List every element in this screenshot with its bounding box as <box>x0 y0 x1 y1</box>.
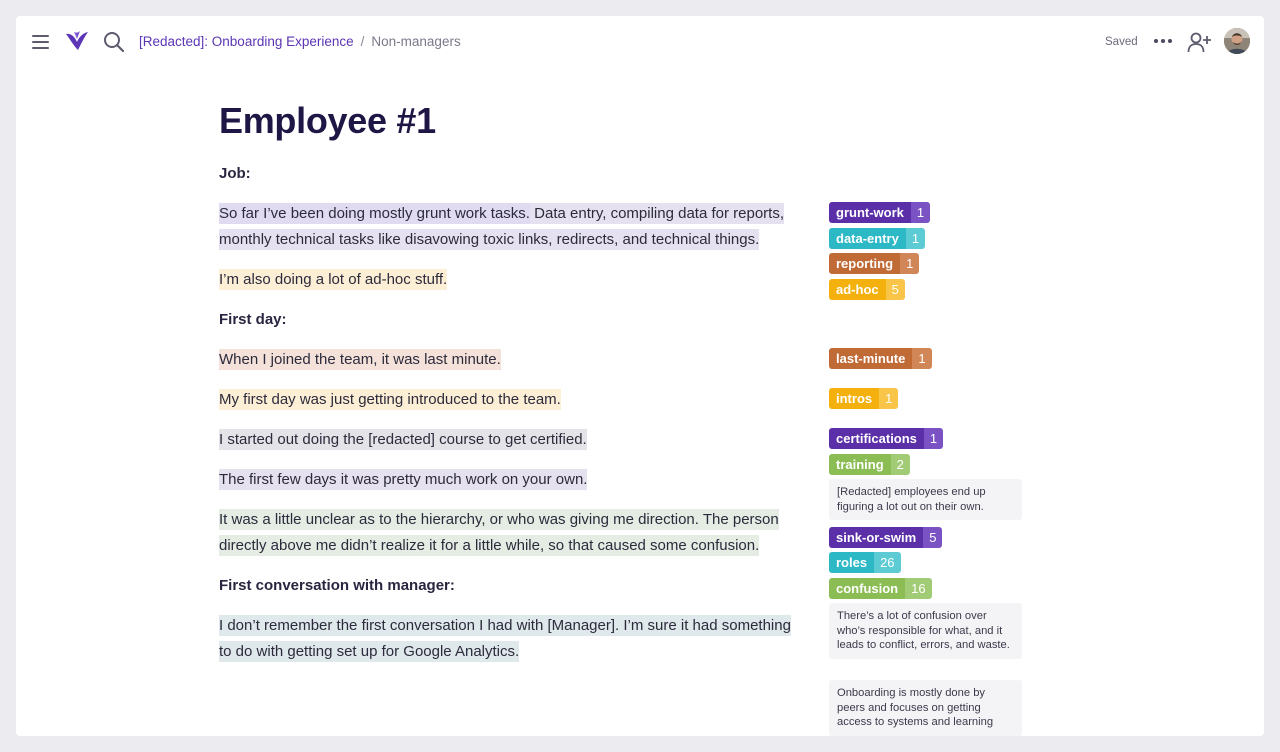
tag-label: training <box>829 454 891 475</box>
highlighted-text[interactable]: It was a little unclear as to the hierar… <box>219 509 779 556</box>
tag-ad-hoc[interactable]: ad-hoc 5 <box>829 279 905 300</box>
tag-count: 1 <box>900 253 920 274</box>
tag-sink-or-swim[interactable]: sink-or-swim 5 <box>829 527 943 548</box>
section-heading-first-conversation: First conversation with manager: <box>219 577 455 594</box>
transcript-paragraph[interactable]: It was a little unclear as to the hierar… <box>219 507 799 558</box>
tag-count: 1 <box>912 348 932 369</box>
section-heading-first-day: First day: <box>219 311 287 328</box>
avatar[interactable] <box>1224 28 1250 54</box>
tag-certifications[interactable]: certifications 1 <box>829 428 944 449</box>
breadcrumb-separator: / <box>360 34 365 49</box>
transcript-paragraph[interactable]: The first few days it was pretty much wo… <box>219 467 799 493</box>
tag-count: 1 <box>910 202 931 223</box>
tag-label: last-minute <box>829 348 913 369</box>
insight-note[interactable]: Onboarding is mostly done by peers and f… <box>829 680 1022 736</box>
breadcrumb: [Redacted]: Onboarding Experience / Non-ma… <box>139 33 461 51</box>
transcript-paragraph[interactable]: My first day was just getting introduced… <box>219 387 799 413</box>
tag-grunt-work[interactable]: grunt-work 1 <box>829 202 931 223</box>
tag-label: ad-hoc <box>829 279 886 300</box>
more-icon[interactable] <box>1153 34 1173 48</box>
transcript-paragraph[interactable]: I’m also doing a lot of ad-hoc stuff. <box>219 267 799 293</box>
search-icon[interactable] <box>103 31 125 53</box>
page-title: Employee #1 <box>219 100 436 141</box>
transcript-paragraph[interactable]: When I joined the team, it was last minu… <box>219 347 799 373</box>
highlighted-text[interactable]: I’m also doing a lot of ad-hoc stuff. <box>219 269 448 290</box>
tag-count: 2 <box>890 454 910 475</box>
tag-count: 16 <box>905 578 932 599</box>
logo-icon[interactable] <box>65 30 89 52</box>
insight-note[interactable]: [Redacted] employees end up figuring a l… <box>829 479 1022 521</box>
document-card: [Redacted]: Onboarding Experience / Non-ma… <box>16 16 1264 736</box>
tag-count: 26 <box>874 552 901 573</box>
breadcrumb-current[interactable]: Non-managers <box>371 34 460 49</box>
save-status: Saved <box>1105 36 1138 48</box>
tag-count: 1 <box>879 388 899 409</box>
tag-label: data-entry <box>829 228 906 249</box>
tag-count: 5 <box>885 279 905 300</box>
tag-label: intros <box>829 388 880 409</box>
tag-count: 5 <box>923 527 943 548</box>
tag-last-minute[interactable]: last-minute 1 <box>829 348 932 369</box>
section-heading-job: Job: <box>219 165 251 182</box>
tag-roles[interactable]: roles 26 <box>829 552 901 573</box>
tag-label: confusion <box>829 578 906 599</box>
tag-intros[interactable]: intros 1 <box>829 388 899 409</box>
tag-label: sink-or-swim <box>829 527 924 548</box>
add-user-icon[interactable] <box>1187 30 1211 54</box>
highlighted-text[interactable]: I don’t remember the first conversation … <box>219 615 791 662</box>
highlighted-text[interactable]: When I joined the team, it was last minu… <box>219 349 501 370</box>
transcript-paragraph[interactable]: I started out doing the [redacted] cours… <box>219 427 799 453</box>
tag-data-entry[interactable]: data-entry 1 <box>829 228 926 249</box>
tag-label: certifications <box>829 428 924 449</box>
top-bar: [Redacted]: Onboarding Experience / Non-ma… <box>16 16 1264 68</box>
tag-reporting[interactable]: reporting 1 <box>829 253 920 274</box>
breadcrumb-project-link[interactable]: [Redacted]: Onboarding Experience <box>139 34 354 49</box>
tag-label: reporting <box>829 253 901 274</box>
tag-label: roles <box>829 552 875 573</box>
tag-count: 1 <box>905 228 926 249</box>
menu-icon[interactable] <box>32 34 50 50</box>
tag-count: 1 <box>923 428 944 449</box>
transcript-paragraph[interactable]: So far I’ve been doing mostly grunt work… <box>219 201 799 252</box>
tag-confusion[interactable]: confusion 16 <box>829 578 932 599</box>
tag-label: grunt-work <box>829 202 911 223</box>
highlighted-text[interactable]: The first few days it was pretty much wo… <box>219 469 588 490</box>
highlighted-text[interactable]: So far I’ve been doing mostly grunt work… <box>219 203 530 224</box>
insight-note[interactable]: There’s a lot of confusion over who’s re… <box>829 603 1022 659</box>
tag-training[interactable]: training 2 <box>829 454 910 475</box>
transcript-paragraph[interactable]: I don’t remember the first conversation … <box>219 613 799 664</box>
highlighted-text[interactable]: I started out doing the [redacted] cours… <box>219 429 587 450</box>
highlighted-text[interactable]: My first day was just getting introduced… <box>219 389 561 410</box>
